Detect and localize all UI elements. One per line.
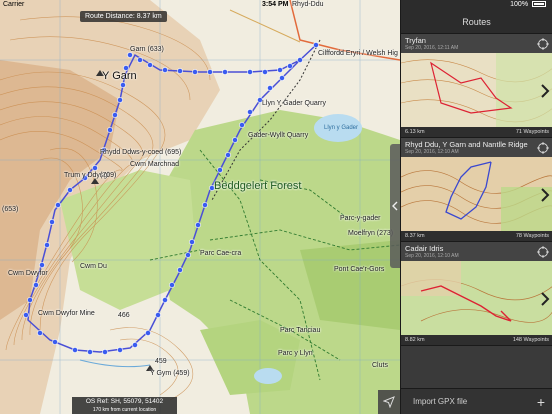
map-view[interactable]: Rhyd-Ddu Garn (633) Y Garn Cilffordd Ery… <box>0 0 400 414</box>
map-label-653: (653) <box>2 206 19 213</box>
map-label-llyn-y-gader-quarry: Llyn Y Gader Quarry <box>262 100 326 107</box>
route-card-header: Rhyd Ddu, Y Garn and Nantlle Ridge Sep 2… <box>401 138 552 157</box>
map-label-466: 466 <box>118 312 130 319</box>
route-distance: 6.13 km <box>405 129 425 135</box>
chevron-right-icon[interactable] <box>540 187 550 203</box>
route-footer: 6.13 km 71 Waypoints <box>401 127 552 137</box>
map-label-y-gym: Y Gym (459) <box>150 370 190 377</box>
route-card-tryfan[interactable]: Tryfan Sep 20, 2016, 12:11 AM 6.13 km 71… <box>401 34 552 138</box>
route-waypoints: 148 Waypoints <box>512 337 549 343</box>
route-card-cadair-idris[interactable]: Cadair Idris Sep 20, 2016, 12:10 AM 8.82… <box>401 242 552 346</box>
route-thumbnail <box>401 53 552 128</box>
route-thumbnail <box>401 157 552 232</box>
map-label-llyn-y-gader: Llyn y Gader <box>324 125 359 131</box>
map-label-cwm-marchnad: Cwm Marchnad <box>130 161 180 168</box>
add-icon[interactable]: + <box>537 389 545 414</box>
crosshair-icon[interactable] <box>537 142 549 154</box>
routes-panel: Routes Tryfan Sep 20, 2016, 12:11 AM 6.1… <box>400 0 552 414</box>
map-label-moelfryn: Moelfryn (273) <box>348 230 394 237</box>
map-label-gader-wyllt-quarry: Gader-Wyllt Quarry <box>248 132 309 139</box>
map-label-cwm-du: Cwm Du <box>80 263 107 270</box>
map-label-garn-633: Garn (633) <box>130 46 164 53</box>
map-terrain <box>0 0 400 414</box>
route-distance: 8.82 km <box>405 337 425 343</box>
crosshair-icon[interactable] <box>537 38 549 50</box>
locate-me-button[interactable] <box>378 390 400 414</box>
map-label-parc-tanciau: Parc Tanciau <box>280 327 321 334</box>
map-label-cluts: Cluts <box>372 362 388 369</box>
route-distance-badge: Route Distance: 8.37 km <box>80 11 167 22</box>
map-label-pont-cae-gors: Pont Cae'r-Gors <box>334 266 385 273</box>
battery-icon <box>532 1 546 7</box>
route-card-header: Cadair Idris Sep 20, 2016, 12:10 AM <box>401 242 552 261</box>
crosshair-icon[interactable] <box>537 246 549 258</box>
route-card-rhyd-ddu[interactable]: Rhyd Ddu, Y Garn and Nantlle Ridge Sep 2… <box>401 138 552 242</box>
route-date: Sep 20, 2016, 12:10 AM <box>405 149 459 155</box>
route-date: Sep 20, 2016, 12:11 AM <box>405 45 459 51</box>
panel-collapse-handle[interactable] <box>390 144 400 268</box>
route-thumbnail <box>401 261 552 336</box>
os-reference-badge: OS Ref: SH, 55079, 51402 170 km from cur… <box>72 397 177 414</box>
route-footer: 8.37 km 78 Waypoints <box>401 231 552 241</box>
status-bar: Carrier 3:54 PM 100% <box>0 0 552 10</box>
import-gpx-label: Import GPX file <box>413 397 468 406</box>
route-footer: 8.82 km 148 Waypoints <box>401 335 552 345</box>
route-waypoints: 71 Waypoints <box>515 129 549 135</box>
route-distance: 8.37 km <box>405 233 425 239</box>
os-ref-distance: 170 km from current location <box>92 407 157 413</box>
map-label-beddgelert-forest: Beddgelert Forest <box>214 180 302 192</box>
chevron-right-icon[interactable] <box>540 83 550 99</box>
map-label-rhydd-ddwsy: Rhydd Ddws-y-coed (695) <box>100 149 182 156</box>
route-name: Rhyd Ddu, Y Garn and Nantlle Ridge <box>405 140 528 149</box>
map-label-y-garn: Y Garn <box>102 70 137 82</box>
map-label-parc-y-gader: Parc-y-gader <box>340 215 381 222</box>
route-name: Cadair Idris <box>405 244 444 253</box>
route-card-header: Tryfan Sep 20, 2016, 12:11 AM <box>401 34 552 53</box>
map-label-parc-cae-cra: Parc Cae-cra <box>200 250 242 257</box>
chevron-left-icon <box>392 201 398 211</box>
chevron-right-icon[interactable] <box>540 291 550 307</box>
map-label-cwm-dwyfor-mine: Cwm Dwyfor Mine <box>38 310 95 317</box>
import-gpx-button[interactable]: Import GPX file + <box>401 388 552 414</box>
os-ref-text: OS Ref: SH, 55079, 51402 <box>85 398 164 405</box>
map-label-459: 459 <box>155 358 167 365</box>
battery-percent: 100% <box>510 1 529 8</box>
route-name: Tryfan <box>405 36 426 45</box>
map-label-welsh-highland: Cilffordd Eryri / Welsh Hig <box>318 50 398 57</box>
route-waypoints: 78 Waypoints <box>515 233 549 239</box>
status-clock: 3:54 PM <box>262 1 289 8</box>
route-date: Sep 20, 2016, 12:10 AM <box>405 253 459 259</box>
battery-indicator: 100% <box>510 1 546 8</box>
map-label-trum-709: (709) <box>100 172 117 179</box>
map-label-parc-y-llyn: Parc y Llyn <box>278 350 313 357</box>
location-arrow-icon <box>383 396 395 408</box>
carrier-label: Carrier <box>3 1 25 8</box>
map-label-cwm-dwyfor: Cwm Dwyfor <box>8 270 48 277</box>
